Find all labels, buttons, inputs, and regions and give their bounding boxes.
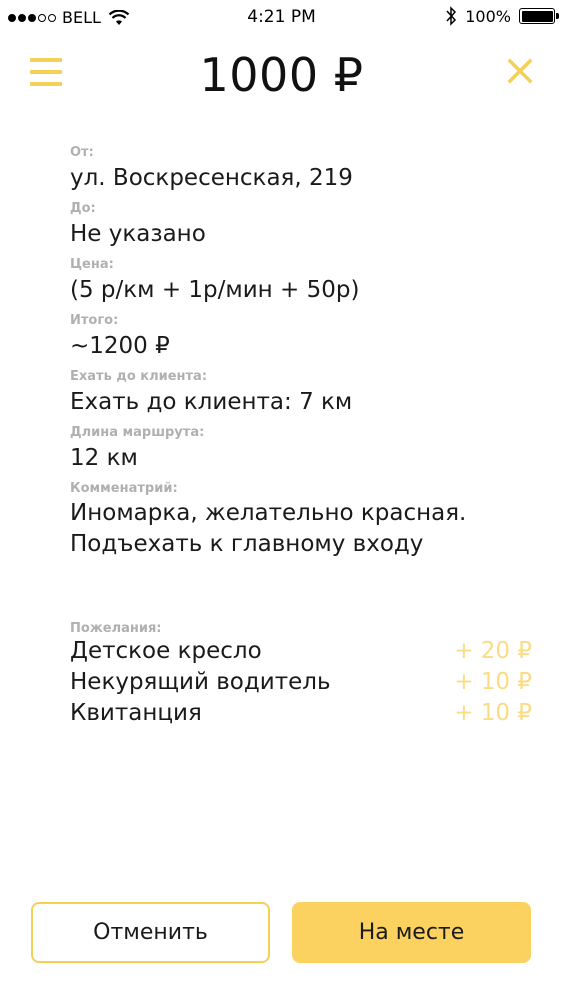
field-value-line: Подъехать к главному входу	[70, 531, 424, 557]
field-value: Ехать до клиента: 7 км	[70, 389, 353, 415]
wish-item: Детское кресло + 20 ₽	[70, 638, 532, 669]
field-label: Комменатрий:	[70, 481, 178, 496]
order-price-title: 1000 ₽	[199, 48, 364, 102]
field-value: ~1200 ₽	[70, 333, 170, 359]
field-price: Цена: (5 р/км + 1р/мин + 50р)	[70, 256, 540, 306]
status-bar: BELL 4:21 PM 100%	[0, 0, 563, 34]
field-label: От:	[70, 145, 94, 160]
arrived-button[interactable]: На месте	[292, 902, 531, 963]
field-label: Итого:	[70, 313, 119, 328]
wish-price: + 20 ₽	[454, 638, 532, 664]
wish-name: Детское кресло	[70, 638, 262, 664]
field-total: Итого: ~1200 ₽	[70, 312, 540, 362]
header: 1000 ₽	[0, 40, 563, 120]
wish-name: Квитанция	[70, 700, 202, 726]
field-to: До: Не указано	[70, 200, 540, 250]
field-comment: Комменатрий: Иномарка, желательно красна…	[70, 480, 540, 560]
battery-icon	[519, 8, 559, 24]
status-bar-right: 100%	[445, 6, 559, 26]
field-value: (5 р/км + 1р/мин + 50р)	[70, 277, 360, 303]
order-details: От: ул. Воскресенская, 219 До: Не указан…	[70, 144, 540, 566]
field-label: До:	[70, 201, 96, 216]
wishes-label: Пожелания:	[70, 621, 162, 636]
field-label: Длина маршрута:	[70, 425, 205, 440]
close-icon[interactable]	[507, 58, 533, 84]
wish-name: Некурящий водитель	[70, 669, 331, 695]
wishes-section: Пожелания: Детское кресло + 20 ₽ Некурящ…	[70, 620, 532, 731]
wish-price: + 10 ₽	[454, 700, 532, 726]
field-label: Ехать до клиента:	[70, 369, 208, 384]
field-label: Цена:	[70, 257, 114, 272]
wish-item: Некурящий водитель + 10 ₽	[70, 669, 532, 700]
cancel-button[interactable]: Отменить	[31, 902, 270, 963]
bluetooth-icon	[446, 6, 457, 26]
wish-item: Квитанция + 10 ₽	[70, 700, 532, 731]
screen: BELL 4:21 PM 100% 1000 ₽ От: ул. Воскрес…	[0, 0, 563, 1000]
field-from: От: ул. Воскресенская, 219	[70, 144, 540, 194]
wish-price: + 10 ₽	[454, 669, 532, 695]
field-value: ул. Воскресенская, 219	[70, 165, 353, 191]
battery-percent: 100%	[465, 6, 511, 26]
field-route-length: Длина маршрута: 12 км	[70, 424, 540, 474]
field-value: 12 км	[70, 445, 138, 471]
field-value-line: Иномарка, желательно красная.	[70, 500, 467, 526]
field-value: Не указано	[70, 221, 206, 247]
field-distance-to-client: Ехать до клиента: Ехать до клиента: 7 км	[70, 368, 540, 418]
